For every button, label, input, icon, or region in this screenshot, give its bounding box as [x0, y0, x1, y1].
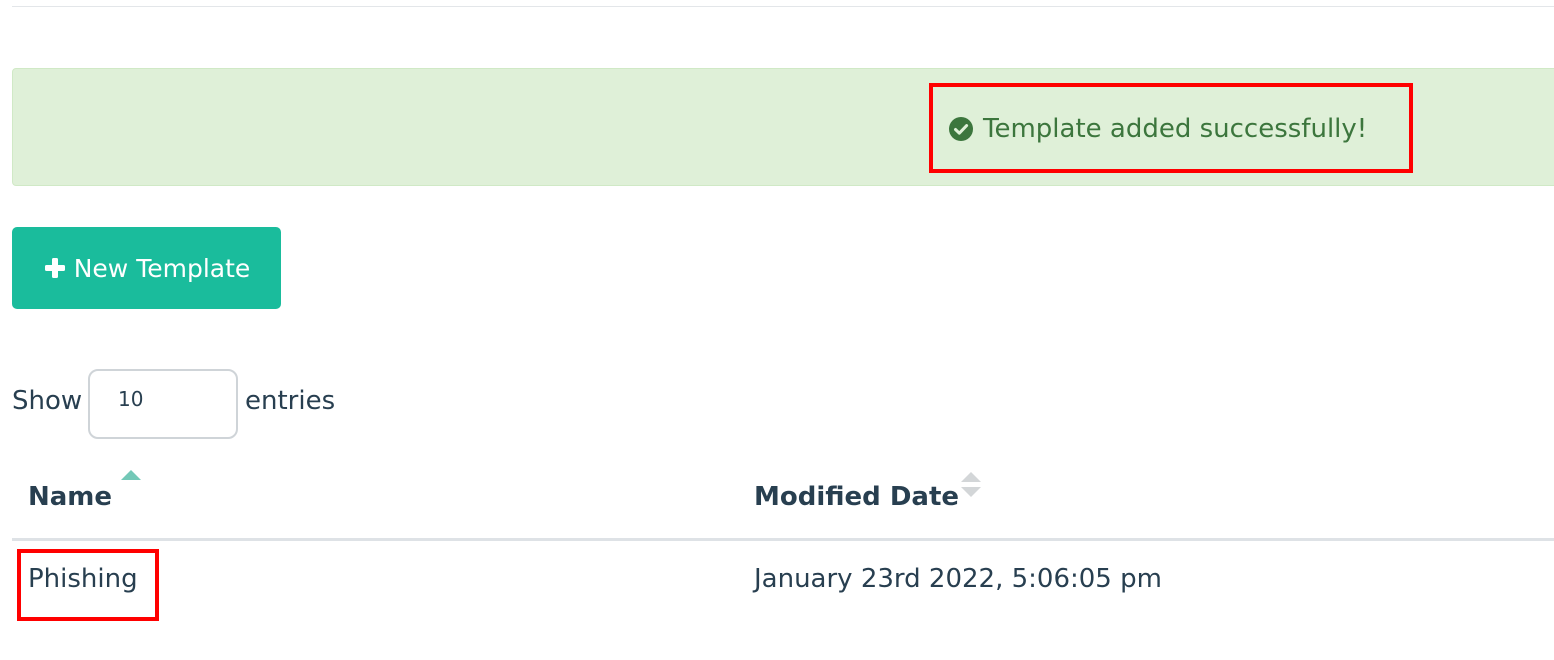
column-header-modified-date[interactable]: Modified Date: [754, 482, 959, 512]
sort-both-icon: [961, 472, 981, 497]
template-name-link[interactable]: Phishing: [28, 564, 138, 594]
entries-per-page-value: 10: [118, 387, 144, 411]
templates-page: Template added successfully! New Templat…: [0, 0, 1554, 660]
template-modified-date: January 23rd 2022, 5:06:05 pm: [754, 564, 1162, 594]
plus-icon: [44, 258, 65, 278]
success-alert-content: Template added successfully!: [948, 112, 1367, 146]
check-circle-icon: [949, 117, 973, 141]
new-template-button[interactable]: New Template: [12, 227, 281, 309]
new-template-label: New Template: [73, 253, 251, 283]
table-header-border: [12, 538, 1554, 541]
top-divider: [12, 6, 1554, 7]
entries-label: entries: [245, 386, 336, 416]
show-label: Show: [12, 386, 83, 416]
success-alert-message: Template added successfully!: [983, 114, 1368, 144]
entries-per-page-select[interactable]: 10: [88, 369, 238, 439]
column-header-name[interactable]: Name: [28, 482, 112, 512]
sort-ascending-icon: [121, 470, 141, 480]
